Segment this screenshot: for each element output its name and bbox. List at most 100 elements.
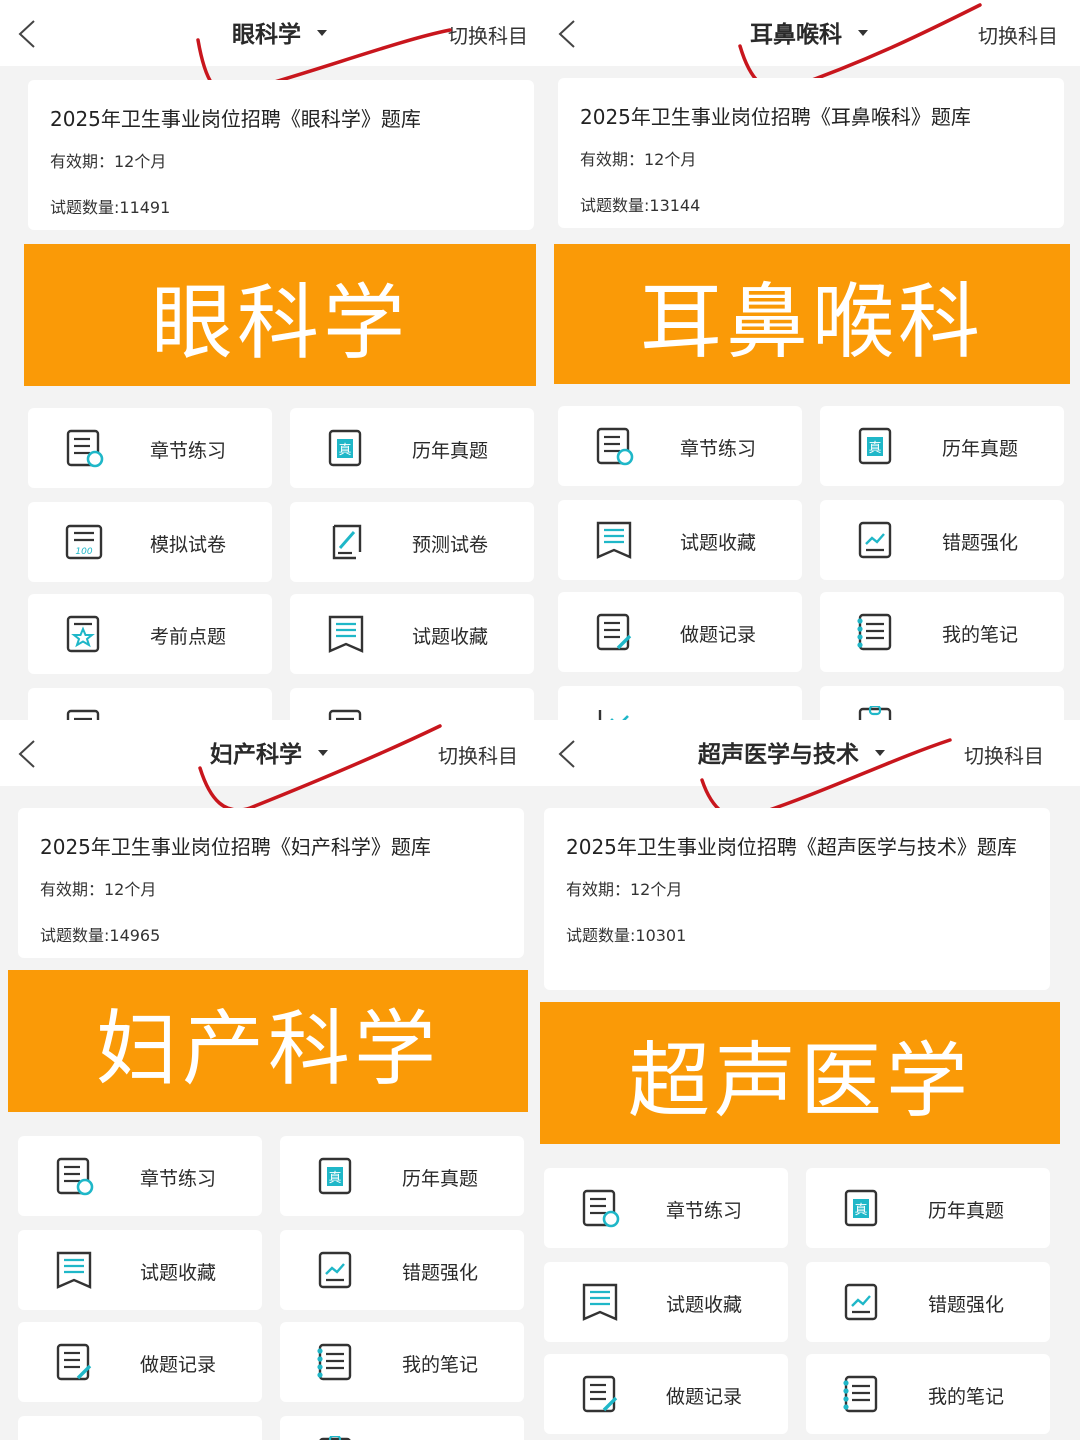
question-count: 试题数量:14965 bbox=[40, 926, 161, 945]
feature-tile-label: 章节练习 bbox=[140, 1168, 217, 1190]
feature-tile-label: 章节练习 bbox=[680, 438, 757, 460]
subject-selector[interactable]: 妇产科学 bbox=[210, 732, 328, 772]
chart-icon bbox=[594, 706, 634, 720]
svg-text:真: 真 bbox=[854, 1203, 867, 1218]
feature-tile[interactable]: 100 模拟试卷 bbox=[28, 502, 272, 582]
back-arrow-icon[interactable] bbox=[14, 18, 42, 50]
feature-tile-label: 做题记录 bbox=[666, 1386, 743, 1408]
feature-tile[interactable]: 错题强化 bbox=[280, 1230, 524, 1310]
feature-tile-label: 错题强化 bbox=[928, 1294, 1005, 1316]
subject-banner-text: 超声医学 bbox=[627, 1033, 972, 1129]
caret-down-icon bbox=[858, 30, 868, 36]
feature-tile-label: 做题记录 bbox=[140, 1354, 217, 1376]
past-papers-icon: 真 bbox=[316, 1156, 356, 1196]
past-papers-icon: 真 bbox=[856, 426, 896, 466]
top-nav-bar: 妇产科学 切换科目 bbox=[0, 720, 540, 786]
feature-tile[interactable]: 真 历年真题 bbox=[290, 408, 534, 488]
feature-tile[interactable]: 章节练习 bbox=[544, 1168, 788, 1248]
switch-subject-link[interactable]: 切换科目 bbox=[438, 740, 518, 769]
feature-tile[interactable]: 我的笔记 bbox=[806, 1354, 1050, 1434]
back-arrow-icon[interactable] bbox=[554, 738, 582, 770]
answer-record-icon bbox=[580, 1374, 620, 1414]
subject-selector[interactable]: 耳鼻喉科 bbox=[750, 12, 868, 52]
validity-period: 有效期：12个月 bbox=[50, 152, 167, 171]
feature-tile[interactable]: 真 历年真题 bbox=[280, 1136, 524, 1216]
favorites-icon bbox=[54, 1250, 94, 1290]
feature-tile[interactable]: 章节练习 bbox=[18, 1136, 262, 1216]
question-bank-info-card: 2025年卫生事业岗位招聘《妇产科学》题库 有效期：12个月 试题数量:14965 bbox=[18, 808, 524, 958]
forecast-exam-icon bbox=[326, 522, 366, 562]
feature-tile[interactable]: 章节练习 bbox=[28, 408, 272, 488]
back-arrow-icon[interactable] bbox=[14, 738, 42, 770]
svg-text:真: 真 bbox=[328, 1171, 341, 1186]
wrong-answers-icon bbox=[316, 1250, 356, 1290]
feature-tile-label: 历年真题 bbox=[402, 1168, 479, 1190]
notes-icon bbox=[316, 1342, 356, 1382]
feature-tile-label: 模拟试卷 bbox=[150, 534, 227, 556]
answer-record-icon bbox=[594, 612, 634, 652]
chapter-practice-icon bbox=[54, 1156, 94, 1196]
feature-tile[interactable]: 我的笔记 bbox=[820, 592, 1064, 672]
feature-tile[interactable]: 章节练习 bbox=[558, 406, 802, 486]
feature-tile[interactable]: 试题收藏 bbox=[290, 594, 534, 674]
feature-tile[interactable]: 试题收藏 bbox=[558, 500, 802, 580]
caret-down-icon bbox=[317, 30, 327, 36]
back-arrow-icon[interactable] bbox=[554, 18, 582, 50]
switch-subject-link[interactable]: 切换科目 bbox=[978, 20, 1058, 49]
subject-panel-ent: 耳鼻喉科 切换科目 2025年卫生事业岗位招聘《耳鼻喉科》题库 有效期：12个月 试题数… bbox=[540, 0, 1080, 720]
question-bank-title: 2025年卫生事业岗位招聘《耳鼻喉科》题库 bbox=[580, 105, 971, 129]
feature-tile[interactable]: 做题记录 bbox=[18, 1322, 262, 1402]
feature-tile-label: 章节练习 bbox=[666, 1200, 743, 1222]
notes-icon bbox=[842, 1374, 882, 1414]
validity-period: 有效期：12个月 bbox=[566, 880, 683, 899]
subject-panel-ultrasound: 超声医学与技术 切换科目 2025年卫生事业岗位招聘《超声医学与技术》题库有效期：1… bbox=[540, 720, 1080, 1440]
notes-icon bbox=[856, 612, 896, 652]
question-bank-info-card: 2025年卫生事业岗位招聘《耳鼻喉科》题库 有效期：12个月 试题数量:13144 bbox=[558, 78, 1064, 228]
top-nav-bar: 眼科学 切换科目 bbox=[0, 0, 540, 66]
feature-tile[interactable]: 考前点题 bbox=[28, 594, 272, 674]
feature-tile[interactable] bbox=[18, 1416, 262, 1440]
subject-title-text: 超声医学与技术 bbox=[698, 742, 859, 768]
feature-tile[interactable]: 错题强化 bbox=[820, 500, 1064, 580]
past-papers-icon: 真 bbox=[326, 428, 366, 468]
question-count: 试题数量:10301 bbox=[566, 926, 687, 945]
feature-tile[interactable]: 错题强化 bbox=[806, 1262, 1050, 1342]
feature-tile-label: 我的笔记 bbox=[942, 624, 1019, 646]
question-bank-title: 2025年卫生事业岗位招聘《妇产科学》题库 bbox=[40, 835, 431, 859]
feature-tile[interactable] bbox=[558, 686, 802, 720]
question-bank-info-card: 2025年卫生事业岗位招聘《超声医学与技术》题库有效期：12个月 试题数量:103… bbox=[544, 808, 1050, 990]
feedback-icon bbox=[316, 1434, 356, 1440]
question-bank-title: 2025年卫生事业岗位招聘《超声医学与技术》题库 bbox=[566, 835, 1017, 859]
feature-tile-label: 章节练习 bbox=[150, 440, 227, 462]
feature-tile[interactable]: 做题记录 bbox=[558, 592, 802, 672]
feature-tile-label: 做题记录 bbox=[680, 624, 757, 646]
subject-selector[interactable]: 超声医学与技术 bbox=[698, 732, 885, 772]
feature-tile[interactable]: 做题记录 bbox=[544, 1354, 788, 1434]
feature-tile-label: 历年真题 bbox=[928, 1200, 1005, 1222]
feature-tile-label: 我的笔记 bbox=[928, 1386, 1005, 1408]
feature-tile[interactable]: 试题收藏 bbox=[544, 1262, 788, 1342]
feature-tile[interactable] bbox=[820, 686, 1064, 720]
switch-subject-link[interactable]: 切换科目 bbox=[964, 740, 1044, 769]
feature-tile[interactable]: 真 历年真题 bbox=[820, 406, 1064, 486]
feature-tile[interactable]: 真 历年真题 bbox=[806, 1168, 1050, 1248]
feature-tile[interactable]: 预测试卷 bbox=[290, 502, 534, 582]
feature-tile-label: 错题强化 bbox=[942, 532, 1019, 554]
feature-tile-label: 试题收藏 bbox=[680, 532, 757, 554]
document-icon bbox=[64, 708, 104, 720]
question-bank-info-card: 2025年卫生事业岗位招聘《眼科学》题库 有效期：12个月 试题数量:11491 bbox=[28, 80, 534, 230]
feature-tile[interactable] bbox=[280, 1416, 524, 1440]
feature-tile-label: 预测试卷 bbox=[412, 534, 489, 556]
pre-exam-tips-icon bbox=[64, 614, 104, 654]
svg-text:100: 100 bbox=[75, 547, 92, 557]
wrong-answers-icon bbox=[856, 520, 896, 560]
subject-selector[interactable]: 眼科学 bbox=[232, 12, 327, 52]
switch-subject-link[interactable]: 切换科目 bbox=[448, 20, 528, 49]
subject-banner: 眼科学 bbox=[24, 244, 536, 386]
chapter-practice-icon bbox=[594, 426, 634, 466]
feature-tile[interactable]: 试题收藏 bbox=[18, 1230, 262, 1310]
feature-tile-label: 考前点题 bbox=[150, 626, 227, 648]
feature-tile[interactable] bbox=[290, 688, 534, 720]
feature-tile[interactable]: 我的笔记 bbox=[280, 1322, 524, 1402]
feature-tile[interactable] bbox=[28, 688, 272, 720]
